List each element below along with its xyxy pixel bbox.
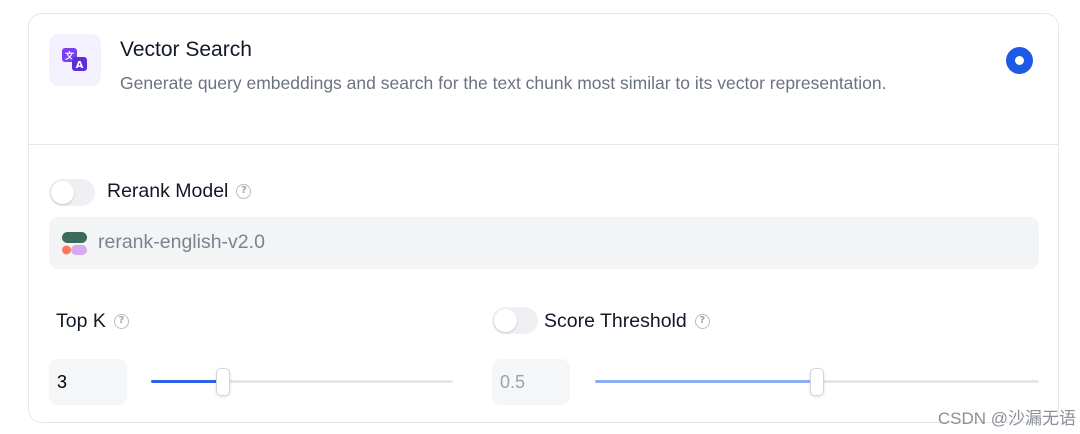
method-title: Vector Search <box>120 38 252 61</box>
toggle-knob <box>51 181 74 204</box>
rerank-label: Rerank Model <box>107 180 229 202</box>
rerank-model-select[interactable]: rerank-english-v2.0 <box>49 217 1039 269</box>
top-k-slider[interactable] <box>151 368 453 396</box>
slider-thumb[interactable] <box>810 368 824 396</box>
translate-icon: 文 A <box>49 34 101 86</box>
top-k-label-row: Top K ? <box>56 310 129 333</box>
method-radio-selected[interactable] <box>1006 47 1033 74</box>
svg-text:A: A <box>76 60 84 71</box>
score-threshold-label-row: Score Threshold ? <box>544 310 710 333</box>
cohere-logo-icon <box>62 232 87 255</box>
radio-dot <box>1015 56 1024 65</box>
slider-thumb[interactable] <box>216 368 231 396</box>
question-circle-icon[interactable]: ? <box>113 314 129 329</box>
score-threshold-label: Score Threshold <box>544 310 687 332</box>
score-threshold-toggle[interactable] <box>492 307 538 334</box>
rerank-toggle[interactable] <box>49 179 95 206</box>
slider-fill <box>595 380 817 383</box>
slider-fill <box>151 380 224 383</box>
score-threshold-slider[interactable] <box>595 368 1039 396</box>
toggle-knob <box>494 309 517 332</box>
question-circle-icon[interactable]: ? <box>236 184 252 199</box>
vector-search-option[interactable]: 文 A Vector Search Generate query embeddi… <box>29 14 1058 145</box>
retrieval-settings-card: 文 A Vector Search Generate query embeddi… <box>28 13 1059 423</box>
question-circle-icon[interactable]: ? <box>694 314 710 329</box>
method-description: Generate query embeddings and search for… <box>120 73 887 93</box>
rerank-label-row: Rerank Model ? <box>107 180 252 203</box>
top-k-label: Top K <box>56 310 106 332</box>
top-k-input[interactable] <box>49 359 127 405</box>
score-threshold-input[interactable] <box>492 359 570 405</box>
rerank-model-name: rerank-english-v2.0 <box>98 231 265 253</box>
watermark: CSDN @沙漏无语 <box>937 409 1076 428</box>
